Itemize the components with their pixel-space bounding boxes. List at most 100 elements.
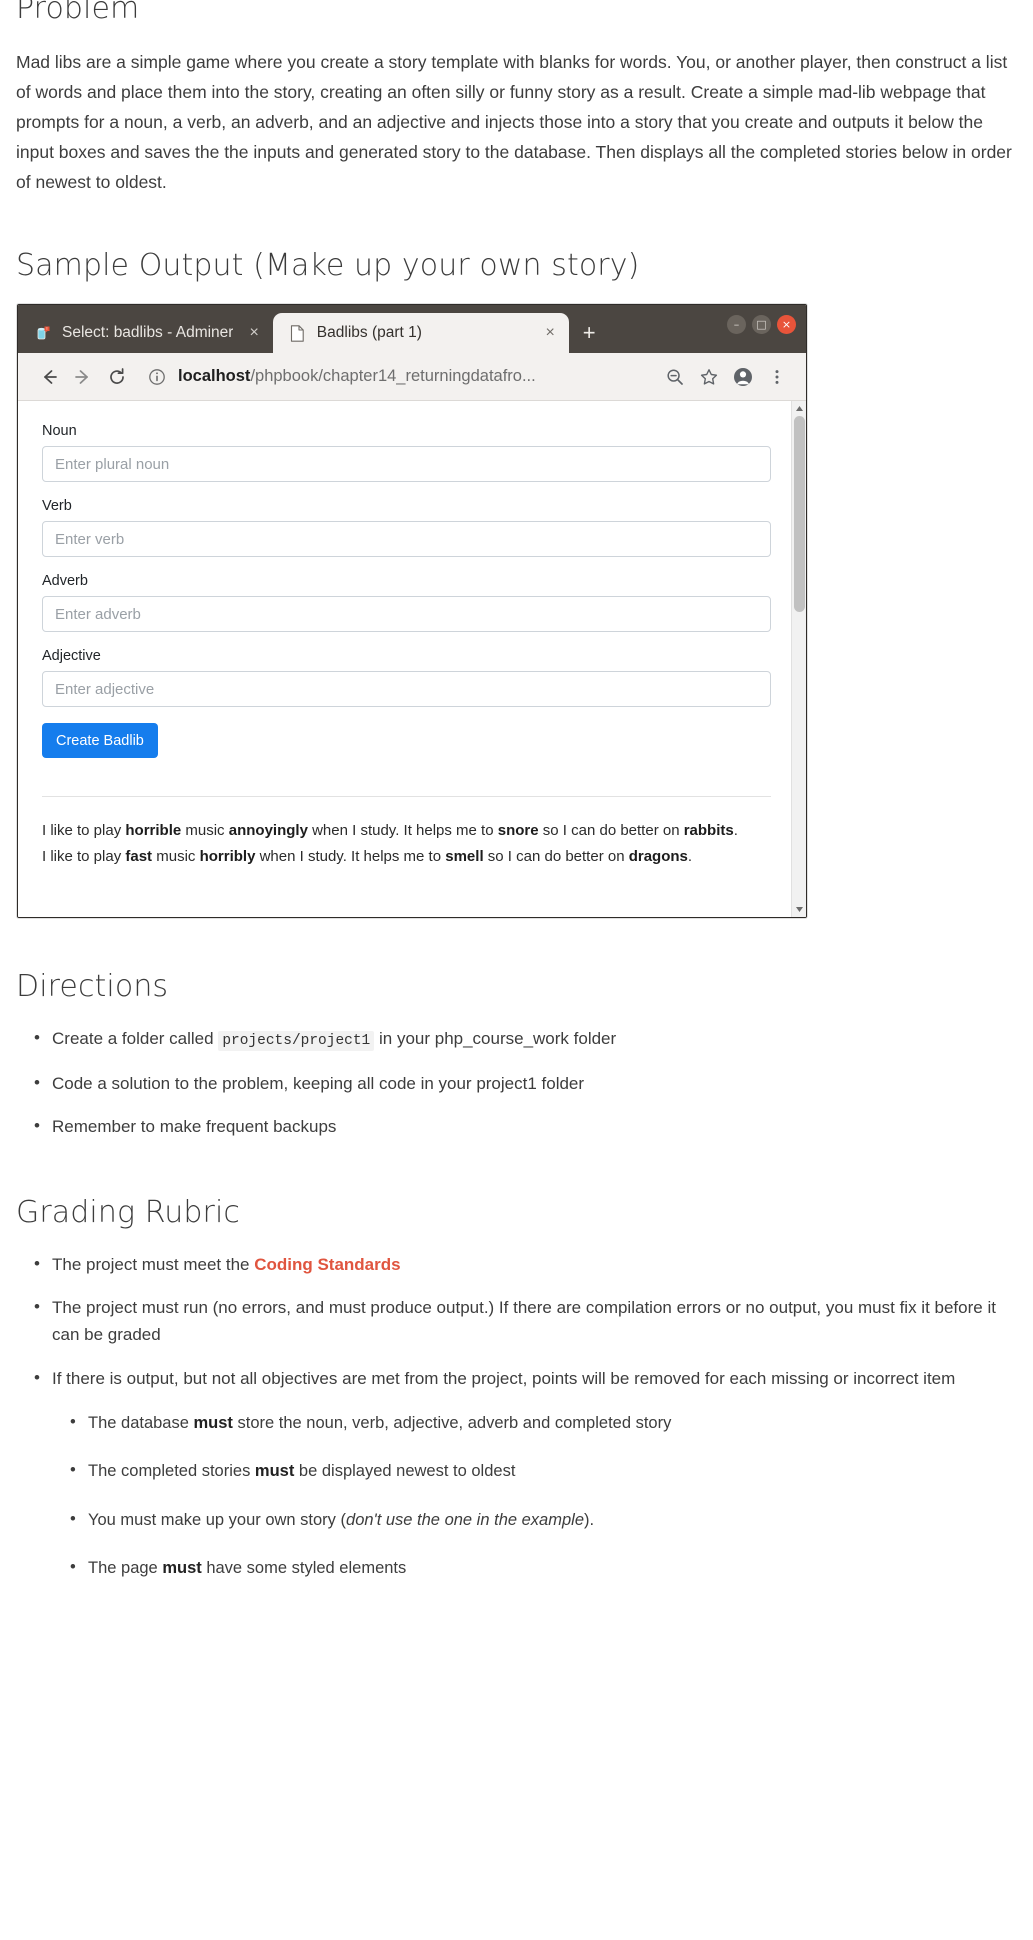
- story-text: I like to play: [42, 847, 126, 865]
- list-item: Code a solution to the problem, keeping …: [34, 1069, 1017, 1097]
- problem-paragraph: Mad libs are a simple game where you cre…: [16, 52, 1012, 193]
- browser-toolbar: localhost/phpbook/chapter14_returningdat…: [18, 353, 806, 402]
- svg-text:!: !: [46, 327, 47, 332]
- rubric-sub-list: The database must store the noun, verb, …: [52, 1409, 1017, 1582]
- story-list: I like to play horrible music annoyingly…: [42, 797, 771, 868]
- url-domain: localhost: [178, 367, 251, 386]
- list-item-text: ).: [584, 1510, 595, 1529]
- vertical-scrollbar[interactable]: [791, 401, 807, 918]
- verb-label: Verb: [42, 498, 72, 515]
- list-item: The database must store the noun, verb, …: [70, 1409, 1017, 1436]
- field-group-verb: Verb Enter verb: [42, 498, 771, 558]
- list-item-text: in your php_course_work folder: [374, 1029, 617, 1049]
- story-word-adjective: horrible: [125, 822, 182, 840]
- adjective-input[interactable]: Enter adjective: [42, 671, 771, 708]
- list-item-text: be displayed newest to oldest: [294, 1462, 516, 1481]
- adverb-label: Adverb: [42, 573, 88, 590]
- sample-output-heading: Sample Output (Make up your own story): [16, 248, 640, 284]
- list-item: You must make up your own story (don't u…: [70, 1506, 1017, 1533]
- coding-standards-link[interactable]: Coding Standards: [254, 1255, 400, 1274]
- close-icon[interactable]: ×: [245, 323, 262, 343]
- story-text: music: [181, 822, 229, 840]
- story-item: I like to play horrible music annoyingly…: [42, 819, 771, 842]
- story-text: so I can do better on: [538, 822, 684, 840]
- browser-screenshot: ! Select: badlibs - Adminer × Badlibs (p…: [17, 304, 807, 919]
- story-item: I like to play fast music horribly when …: [42, 845, 771, 868]
- zoom-out-icon[interactable]: [658, 360, 692, 394]
- directions-list: Create a folder called projects/project1…: [16, 1024, 1017, 1140]
- list-item: Remember to make frequent backups: [34, 1112, 1017, 1140]
- scroll-down-icon[interactable]: [792, 902, 807, 917]
- inline-code: projects/project1: [218, 1031, 375, 1052]
- directions-heading: Directions: [16, 969, 169, 1005]
- list-item-text: If there is output, but not all objectiv…: [52, 1368, 956, 1388]
- minimize-button[interactable]: –: [727, 315, 746, 335]
- forward-arrow-icon[interactable]: [66, 360, 100, 394]
- star-icon[interactable]: [692, 360, 726, 394]
- field-group-noun: Noun Enter plural noun: [42, 423, 771, 483]
- list-item: The project must run (no errors, and mus…: [34, 1293, 1017, 1348]
- back-arrow-icon[interactable]: [32, 360, 66, 394]
- story-text: when I study. It helps me to: [307, 822, 498, 840]
- url-path: /phpbook/chapter14_returningdatafro...: [250, 367, 536, 386]
- browser-tab-adminer[interactable]: ! Select: badlibs - Adminer ×: [18, 313, 273, 353]
- story-word-adjective: fast: [125, 847, 153, 865]
- tab-title: Badlibs (part 1): [316, 324, 422, 342]
- window-close-button[interactable]: ×: [777, 315, 796, 335]
- maximize-button[interactable]: □: [752, 315, 771, 335]
- page-content: Noun Enter plural noun Verb Enter verb A…: [18, 401, 791, 917]
- adjective-label: Adjective: [42, 648, 101, 665]
- reload-icon[interactable]: [100, 360, 134, 394]
- list-item-text: The project must meet the: [52, 1255, 255, 1275]
- problem-heading: Problem: [16, 0, 140, 26]
- field-group-adjective: Adjective Enter adjective: [42, 648, 771, 708]
- list-item: The page must have some styled elements: [70, 1554, 1017, 1581]
- story-word-verb: smell: [445, 847, 484, 865]
- list-item-text: The page: [88, 1558, 163, 1577]
- emphasis-italic: don't use the one in the example: [346, 1510, 585, 1529]
- list-item-text: store the noun, verb, adjective, adverb …: [232, 1413, 672, 1432]
- story-text: music: [152, 847, 200, 865]
- story-word-noun: rabbits: [683, 822, 734, 840]
- browser-tabstrip: ! Select: badlibs - Adminer × Badlibs (p…: [18, 305, 806, 354]
- create-badlib-button[interactable]: Create Badlib: [42, 723, 158, 759]
- emphasis: must: [193, 1413, 233, 1432]
- assignment-page: Problem Mad libs are a simple game where…: [0, 0, 1033, 1581]
- verb-input[interactable]: Enter verb: [42, 521, 771, 558]
- story-text: so I can do better on: [483, 847, 629, 865]
- new-tab-button[interactable]: +: [569, 322, 610, 344]
- url-text: localhost/phpbook/chapter14_returningdat…: [178, 367, 536, 386]
- address-bar[interactable]: localhost/phpbook/chapter14_returningdat…: [146, 366, 652, 388]
- emphasis: must: [254, 1462, 295, 1481]
- close-icon[interactable]: ×: [541, 323, 558, 343]
- adverb-input[interactable]: Enter adverb: [42, 596, 771, 633]
- site-info-icon[interactable]: [146, 366, 168, 388]
- browser-tab-badlibs[interactable]: Badlibs (part 1) ×: [272, 313, 569, 354]
- list-item: The completed stories must be displayed …: [70, 1457, 1017, 1484]
- noun-input[interactable]: Enter plural noun: [42, 446, 771, 483]
- account-icon[interactable]: [726, 360, 760, 394]
- list-item-text: The database: [88, 1413, 194, 1432]
- kebab-menu-icon[interactable]: [760, 360, 794, 394]
- story-text: when I study. It helps me to: [255, 847, 446, 865]
- tab-title: Select: badlibs - Adminer: [62, 324, 234, 342]
- story-text: .: [733, 822, 738, 840]
- list-item-text: have some styled elements: [201, 1558, 407, 1577]
- rubric-heading: Grading Rubric: [16, 1195, 241, 1231]
- scrollbar-track[interactable]: [792, 416, 806, 902]
- rubric-list: The project must meet the Coding Standar…: [16, 1250, 1017, 1582]
- page-icon: [289, 324, 307, 342]
- story-word-noun: dragons: [628, 847, 688, 865]
- scroll-up-icon[interactable]: [792, 401, 807, 416]
- story-word-adverb: horribly: [199, 847, 256, 865]
- story-text: I like to play: [42, 822, 126, 840]
- field-group-adverb: Adverb Enter adverb: [42, 573, 771, 633]
- list-item: If there is output, but not all objectiv…: [34, 1364, 1017, 1582]
- story-text: .: [687, 847, 693, 865]
- list-item-text: You must make up your own story (: [88, 1510, 347, 1529]
- emphasis: must: [162, 1558, 202, 1577]
- scrollbar-thumb[interactable]: [794, 416, 805, 613]
- list-item: Create a folder called projects/project1…: [34, 1024, 1017, 1053]
- database-icon: !: [34, 324, 52, 342]
